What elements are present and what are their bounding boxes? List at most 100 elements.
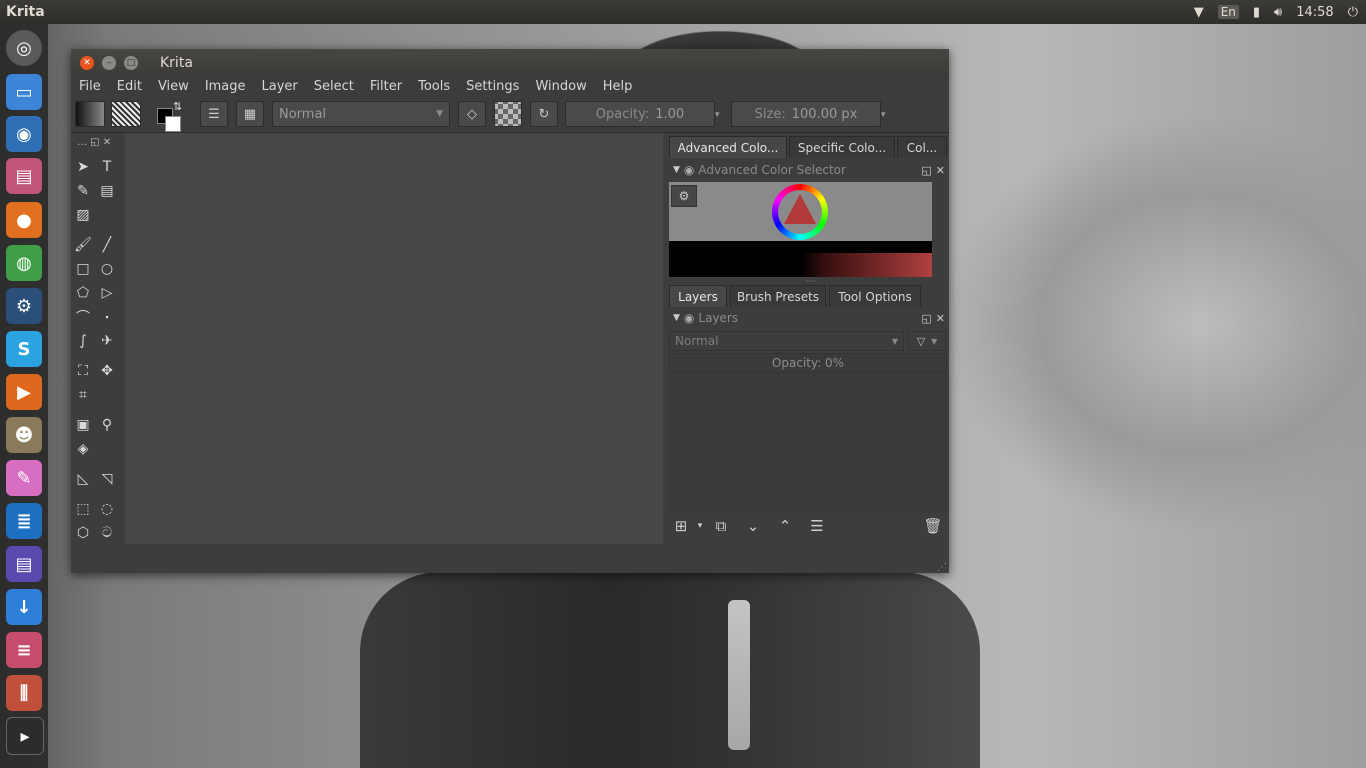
color-history-strip[interactable] [669, 241, 932, 277]
polyline-tool-icon[interactable]: ▷ [97, 283, 117, 303]
opacity-more-icon[interactable]: ▾ [715, 110, 720, 120]
maximize-window-button[interactable]: □ [124, 55, 138, 70]
canvas-area[interactable] [125, 133, 663, 544]
session-icon[interactable]: ⏻ [1348, 5, 1358, 20]
polygonal-selection-tool-icon[interactable]: ⬡ [73, 523, 93, 543]
layer-blend-mode-select[interactable]: Normal ▼ [669, 331, 904, 351]
calligraphy-tool-icon[interactable]: ▤ [97, 181, 117, 201]
docker-splitter[interactable]: ···· [801, 277, 821, 286]
color-wheel[interactable] [772, 184, 828, 240]
terminal-icon[interactable]: ▸ [6, 717, 44, 755]
text-editor-icon[interactable]: ▤ [6, 546, 42, 582]
clock[interactable]: 14:58 [1296, 5, 1333, 20]
freehand-path-tool-icon[interactable]: ꞏ [97, 307, 117, 327]
close-docker-icon[interactable]: ✕ [936, 164, 945, 177]
steam-icon[interactable]: ⚙ [6, 288, 42, 324]
fill-tool-icon[interactable]: ◈ [73, 439, 93, 459]
layer-opacity-slider[interactable]: Opacity: 0% [669, 353, 947, 373]
move-layer-up-icon[interactable]: ⌃ [773, 515, 797, 537]
menu-layer[interactable]: Layer [254, 79, 306, 94]
line-tool-icon[interactable]: ╱ [97, 235, 117, 255]
edit-shapes-tool-icon[interactable]: ✎ [73, 181, 93, 201]
screenshot-icon[interactable]: ◉ [6, 116, 42, 152]
elliptical-selection-tool-icon[interactable]: ◌ [97, 499, 117, 519]
tab-layers[interactable]: Layers [669, 285, 727, 307]
color-picker-tool-icon[interactable]: ⚲ [97, 415, 117, 435]
transform-tool-icon[interactable]: ⛶ [73, 361, 93, 381]
wifi-icon[interactable]: ▼ [1194, 5, 1204, 20]
opacity-slider[interactable]: Opacity: 1.00 [565, 101, 715, 127]
lock-icon[interactable]: ◉ [684, 163, 694, 177]
settings-icon[interactable]: ≡ [6, 632, 42, 668]
menu-edit[interactable]: Edit [109, 79, 150, 94]
layers-list[interactable] [669, 373, 947, 513]
tab-tool-options[interactable]: Tool Options [829, 285, 921, 307]
menu-window[interactable]: Window [527, 79, 594, 94]
rectangle-tool-icon[interactable]: □ [73, 259, 93, 279]
text-tool-icon[interactable]: T [97, 157, 117, 177]
crop-tool-icon[interactable]: ⌗ [73, 385, 93, 405]
menu-filter[interactable]: Filter [362, 79, 410, 94]
tab-brush-presets[interactable]: Brush Presets [730, 285, 826, 307]
files-icon[interactable]: ▭ [6, 74, 42, 110]
select-shapes-tool-icon[interactable]: ➤ [73, 157, 93, 177]
assistant-tool-icon[interactable]: ◺ [73, 469, 93, 489]
lock-icon[interactable]: ◉ [684, 311, 694, 325]
gradient-selector-icon[interactable] [75, 101, 105, 127]
move-tool-icon[interactable]: ✥ [97, 361, 117, 381]
close-window-button[interactable]: ✕ [80, 55, 94, 70]
eraser-icon[interactable]: ◇ [458, 101, 486, 127]
menu-file[interactable]: File [71, 79, 109, 94]
menu-view[interactable]: View [150, 79, 197, 94]
brush-editor-icon[interactable]: ☰ [200, 101, 228, 127]
mixer-icon[interactable]: ⫼ [6, 675, 42, 711]
gimp-icon[interactable]: ☻ [6, 417, 42, 453]
float-docker-icon[interactable]: ◱ [921, 312, 931, 325]
pattern-selector-icon[interactable] [111, 101, 141, 127]
brush-presets-icon[interactable]: ▦ [236, 101, 264, 127]
battery-icon[interactable]: ▮ [1253, 5, 1260, 20]
menu-help[interactable]: Help [595, 79, 641, 94]
pattern-fill-tool-icon[interactable]: ▨ [73, 205, 93, 225]
gradient-tool-icon[interactable]: ▣ [73, 415, 93, 435]
resize-grip-icon[interactable]: ⋰ [937, 562, 947, 573]
menu-select[interactable]: Select [306, 79, 362, 94]
close-docker-icon[interactable]: ✕ [936, 312, 945, 325]
menu-tools[interactable]: Tools [410, 79, 458, 94]
measure-tool-icon[interactable]: ◹ [97, 469, 117, 489]
menu-settings[interactable]: Settings [458, 79, 527, 94]
chrome-icon[interactable]: ◍ [6, 245, 42, 281]
float-docker-icon[interactable]: ◱ [921, 164, 931, 177]
reload-preset-icon[interactable]: ↻ [530, 101, 558, 127]
multibrush-tool-icon[interactable]: ✈ [97, 331, 117, 351]
ellipse-tool-icon[interactable]: ○ [97, 259, 117, 279]
swap-colors-icon[interactable]: ⇅ [173, 100, 182, 113]
layer-filter-button[interactable]: ▽ ▼ [908, 331, 946, 351]
blend-mode-select[interactable]: Normal ▼ [272, 101, 450, 127]
color-triangle[interactable] [778, 190, 822, 234]
duplicate-layer-icon[interactable]: ⧉ [709, 515, 733, 537]
tab-specific-color-selector[interactable]: Specific Colo... [789, 136, 895, 158]
saturation-value-triangle[interactable] [784, 194, 816, 224]
krita-icon[interactable]: ✎ [6, 460, 42, 496]
size-more-icon[interactable]: ▾ [881, 110, 886, 120]
freehand-selection-tool-icon[interactable]: ට [97, 523, 117, 543]
keyboard-layout-indicator[interactable]: En [1217, 5, 1239, 19]
downloader-icon[interactable]: ↓ [6, 589, 42, 625]
minimize-window-button[interactable]: – [102, 55, 116, 70]
ubuntu-dash-icon[interactable]: ◎ [6, 30, 42, 66]
firefox-icon[interactable]: ● [6, 202, 42, 238]
layer-properties-icon[interactable]: ☰ [805, 515, 829, 537]
skype-icon[interactable]: S [6, 331, 42, 367]
file-manager-icon[interactable]: ▤ [6, 158, 42, 194]
collapse-icon[interactable]: ▼ [673, 165, 680, 175]
tab-advanced-color-selector[interactable]: Advanced Colo... [669, 136, 787, 158]
color-settings-icon[interactable]: ⚙ [671, 185, 697, 207]
delete-layer-icon[interactable]: 🗑︎ [921, 515, 945, 537]
preserve-alpha-icon[interactable] [494, 101, 522, 127]
freehand-brush-tool-icon[interactable]: 🖌︎ [73, 235, 93, 255]
bezier-curve-tool-icon[interactable]: ⌒ [73, 307, 93, 327]
size-slider[interactable]: Size: 100.00 px [731, 101, 881, 127]
background-color-swatch[interactable] [165, 116, 181, 132]
tab-color-docker[interactable]: Col... [897, 136, 947, 158]
